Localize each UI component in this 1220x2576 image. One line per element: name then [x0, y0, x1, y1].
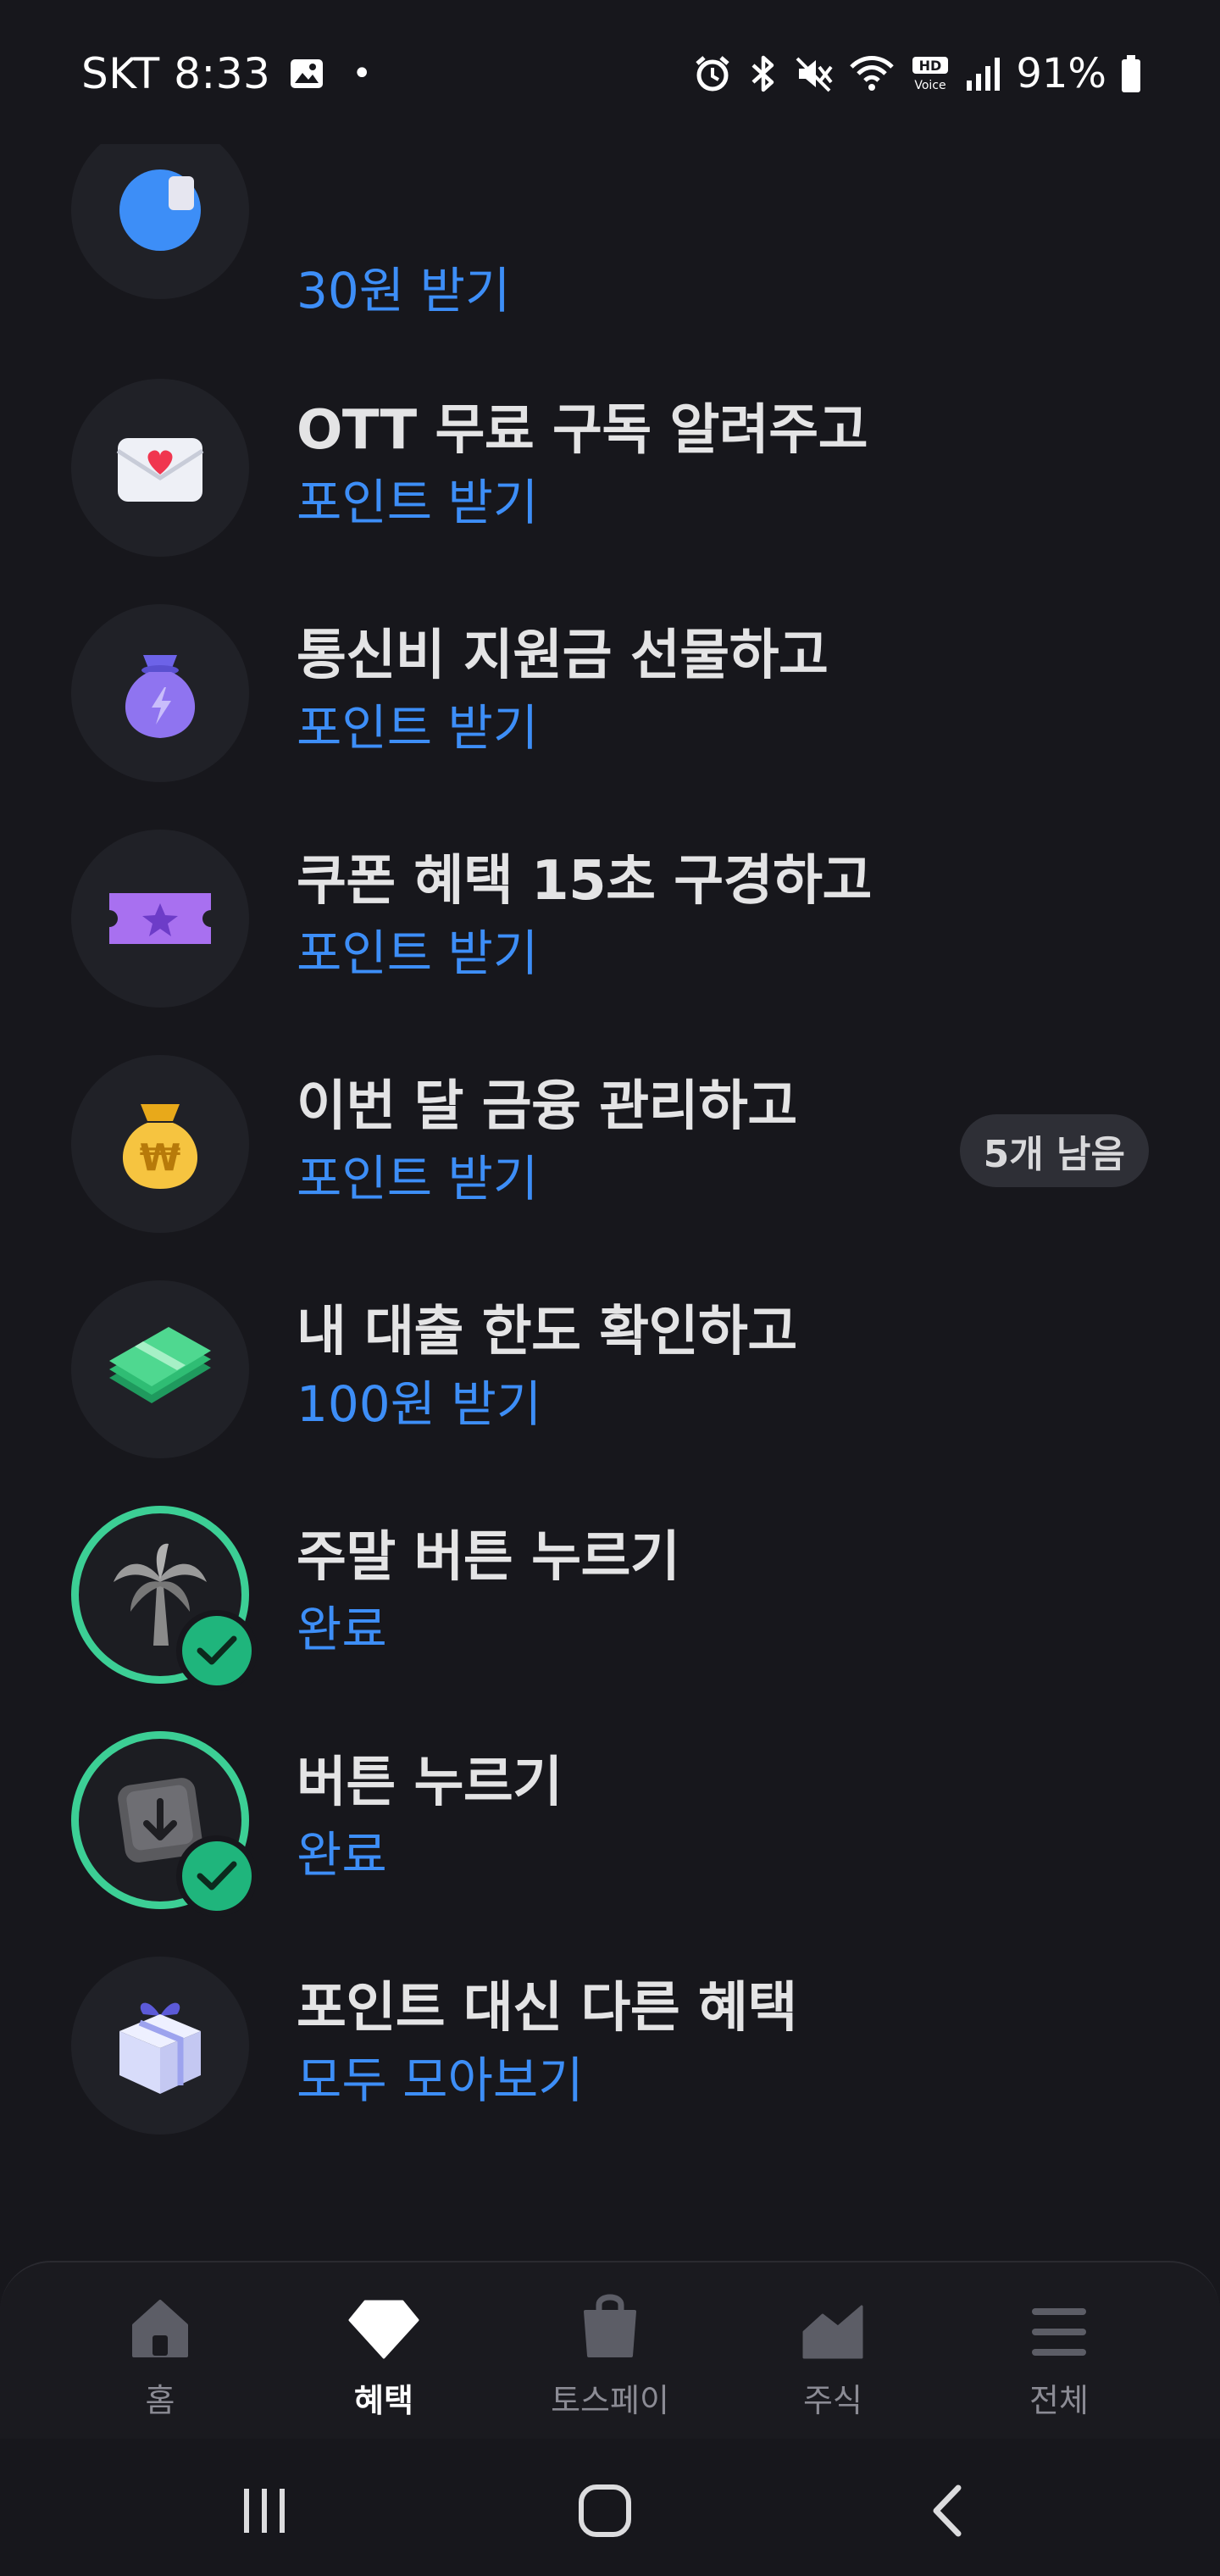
bluetooth-icon — [746, 53, 780, 94]
item-title: 주말 버튼 누르기 — [297, 1526, 680, 1589]
list-item[interactable]: 포인트 대신 다른 혜택 모두 모아보기 — [0, 1935, 1220, 2161]
tab-tosspay[interactable]: 토스페이 — [525, 2288, 695, 2432]
tab-label: 전체 — [1029, 2382, 1089, 2419]
check-icon — [176, 1835, 258, 1917]
list-item[interactable]: ₩ 이번 달 금융 관리하고 포인트 받기 5개 남음 — [0, 1034, 1220, 1259]
item-subtitle: 모두 모아보기 — [297, 2051, 584, 2109]
item-title: 통신비 지원금 선물하고 — [297, 625, 829, 687]
item-title: 버튼 누르기 — [297, 1752, 563, 1814]
item-title: 쿠폰 혜택 15초 구경하고 — [297, 850, 872, 913]
item-title: OTT 무료 구독 알려주고 — [297, 399, 868, 462]
status-dot: • — [352, 54, 373, 93]
list-item[interactable]: 내 대출 한도 확인하고 100원 받기 — [0, 1259, 1220, 1485]
list-item[interactable]: 주말 버튼 누르기 완료 — [0, 1485, 1220, 1710]
mute-icon — [794, 53, 835, 94]
alarm-icon — [692, 53, 733, 94]
svg-text:HD: HD — [919, 58, 942, 74]
svg-text:₩: ₩ — [140, 1136, 181, 1180]
tab-label: 토스페이 — [551, 2382, 669, 2419]
status-bar: SKT 8:33 • HD Voice 91% — [0, 0, 1220, 144]
item-subtitle: 완료 — [297, 1826, 387, 1884]
tab-label: 혜택 — [354, 2382, 413, 2419]
gift-box-icon — [71, 1957, 249, 2135]
gallery-icon — [289, 56, 324, 92]
partial-icon — [71, 121, 249, 299]
item-subtitle: 포인트 받기 — [297, 474, 539, 531]
stock-chart-icon — [802, 2288, 863, 2359]
list-item[interactable]: 쿠폰 혜택 15초 구경하고 포인트 받기 — [0, 808, 1220, 1034]
wifi-icon — [848, 53, 896, 94]
system-nav-bar — [0, 2439, 1220, 2576]
hd-voice-icon: HD Voice — [909, 53, 951, 94]
list-item[interactable]: 버튼 누르기 완료 — [0, 1710, 1220, 1935]
tab-all[interactable]: 전체 — [974, 2288, 1144, 2432]
list-item[interactable]: 통신비 지원금 선물하고 포인트 받기 — [0, 583, 1220, 808]
item-subtitle: 포인트 받기 — [297, 699, 539, 757]
item-subtitle: 100원 받기 — [297, 1375, 542, 1433]
lightning-pouch-icon — [71, 604, 249, 782]
item-subtitle: 완료 — [297, 1601, 387, 1658]
tab-stocks[interactable]: 주식 — [748, 2288, 918, 2432]
heart-envelope-icon — [71, 379, 249, 557]
battery-icon — [1120, 53, 1142, 94]
item-subtitle: 30원 받기 — [297, 262, 511, 319]
check-icon — [176, 1610, 258, 1691]
signal-icon — [965, 55, 1002, 92]
recent-apps-icon[interactable] — [214, 2473, 315, 2549]
menu-icon — [1030, 2288, 1088, 2359]
list-item[interactable]: OTT 무료 구독 알려주고 포인트 받기 — [0, 358, 1220, 583]
tab-benefits[interactable]: 혜택 — [299, 2288, 469, 2432]
item-subtitle: 포인트 받기 — [297, 1150, 539, 1208]
battery-percentage: 91% — [1016, 50, 1106, 97]
svg-text:Voice: Voice — [915, 79, 946, 92]
tab-label: 홈 — [145, 2382, 175, 2419]
cash-stack-icon — [71, 1280, 249, 1458]
bottom-tab-bar: 홈 혜택 토스페이 주식 전체 — [0, 2261, 1220, 2439]
home-icon — [129, 2288, 191, 2359]
star-ticket-icon — [71, 830, 249, 1008]
diamond-icon — [348, 2288, 419, 2359]
carrier-time: SKT 8:33 — [81, 49, 271, 98]
tab-label: 주식 — [803, 2382, 862, 2419]
item-title: 이번 달 금융 관리하고 — [297, 1075, 797, 1138]
benefits-screen: 30원 받기 OTT 무료 구독 알려주고 포인트 받기 통신비 지원금 선물하… — [0, 0, 1220, 2576]
item-title: 포인트 대신 다른 혜택 — [297, 1977, 797, 2040]
tab-home[interactable]: 홈 — [75, 2288, 245, 2432]
back-icon[interactable] — [896, 2473, 998, 2549]
home-button-icon[interactable] — [554, 2473, 656, 2549]
won-money-bag-icon: ₩ — [71, 1055, 249, 1233]
item-title: 내 대출 한도 확인하고 — [297, 1301, 797, 1363]
item-subtitle: 포인트 받기 — [297, 924, 539, 982]
remaining-count-badge: 5개 남음 — [959, 1114, 1149, 1187]
shopping-bag-icon — [580, 2288, 640, 2359]
